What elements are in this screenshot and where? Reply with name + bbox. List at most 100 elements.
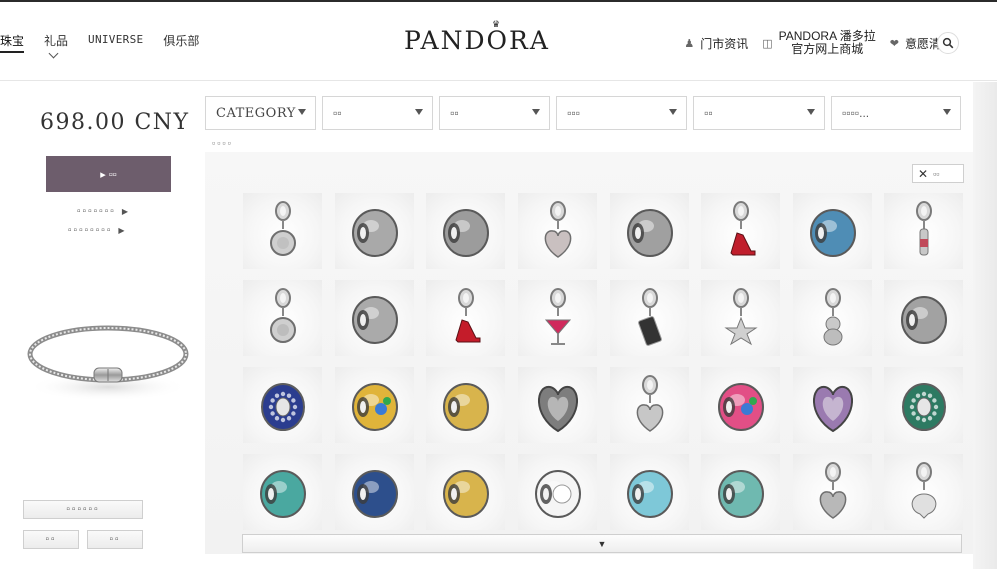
dropdown-arrow-icon <box>943 109 952 115</box>
filter-6-label: ▫▫▫▫... <box>842 106 870 120</box>
charm-tile[interactable] <box>610 193 689 269</box>
charm-tile[interactable] <box>518 193 597 269</box>
shop-label-line1: PANDORA 潘多拉 <box>778 29 876 43</box>
charm-tile[interactable] <box>884 280 963 356</box>
filter-3[interactable]: ▫▫ <box>439 96 551 130</box>
charm-tile[interactable] <box>701 367 780 443</box>
charm-image <box>544 288 572 345</box>
charm-image <box>718 383 764 431</box>
charm-tile[interactable] <box>884 367 963 443</box>
charm-tile[interactable] <box>243 454 322 530</box>
charm-image <box>724 288 758 346</box>
charm-tile[interactable] <box>426 367 505 443</box>
charm-tile[interactable] <box>243 367 322 443</box>
charm-tile[interactable] <box>335 193 414 269</box>
charm-tile[interactable] <box>793 454 872 530</box>
charm-tile[interactable] <box>701 280 780 356</box>
search-icon <box>942 37 954 49</box>
charm-image <box>813 385 853 433</box>
charm-tile[interactable] <box>793 367 872 443</box>
result-count-label: ▫▫▫▫ <box>212 138 233 148</box>
filter-5[interactable]: ▫▫ <box>693 96 826 130</box>
main-nav: 珠宝 礼品 UNIVERSE 俱乐部 <box>0 32 219 59</box>
store-info-link[interactable]: ♟ 门市资讯 <box>684 35 748 52</box>
shop-label-line2: 官方网上商城 <box>791 42 864 56</box>
charm-tile[interactable] <box>518 367 597 443</box>
filter-category-label: CATEGORY <box>216 105 296 121</box>
charm-image <box>261 383 305 431</box>
charm-tile[interactable] <box>793 280 872 356</box>
charm-image <box>810 209 856 257</box>
filter-bar: CATEGORY ▫▫ ▫▫ ▫▫▫ ▫▫ ▫▫▫▫... <box>205 96 967 130</box>
utility-nav: ♟ 门市资讯 ◫ PANDORA 潘多拉 官方网上商城 ❤ 意愿清单 <box>670 30 953 56</box>
charm-tile[interactable] <box>884 454 963 530</box>
left-action-button-a[interactable]: ▫▫ <box>23 530 79 549</box>
charm-tile[interactable] <box>701 193 780 269</box>
charm-tile[interactable] <box>701 454 780 530</box>
charm-image <box>538 385 578 433</box>
charm-tile[interactable] <box>884 193 963 269</box>
charm-image <box>627 209 673 257</box>
save-design-button[interactable]: ▫▫▫▫▫▫ <box>23 500 143 519</box>
charm-image <box>636 375 664 432</box>
store-icon: ♟ <box>684 37 695 50</box>
details-link[interactable]: ▫▫▫▫▫▫▫ ▶ <box>77 206 130 217</box>
load-more-button[interactable]: ▼ <box>242 534 962 553</box>
nav-gifts[interactable]: 礼品 <box>44 32 69 59</box>
charm-tile[interactable] <box>243 280 322 356</box>
arrow-right-icon: ▶ <box>121 207 130 216</box>
charm-tile[interactable] <box>518 454 597 530</box>
filter-4[interactable]: ▫▫▫ <box>556 96 688 130</box>
share-link[interactable]: ▫▫▫▫▫▫▫▫ ▶ <box>68 225 127 236</box>
charm-tile[interactable] <box>610 367 689 443</box>
charm-image <box>902 383 946 431</box>
charm-tile[interactable] <box>335 454 414 530</box>
charm-tile[interactable] <box>793 193 872 269</box>
filter-5-label: ▫▫ <box>704 106 713 120</box>
charm-tile[interactable] <box>518 280 597 356</box>
close-grid-button[interactable]: ✕ ▫▫ <box>912 164 964 183</box>
filter-category[interactable]: CATEGORY <box>205 96 317 130</box>
dropdown-arrow-icon <box>298 109 307 115</box>
filter-6[interactable]: ▫▫▫▫... <box>831 96 962 130</box>
charm-image <box>443 209 489 257</box>
charm-image <box>352 209 398 257</box>
left-action-button-b[interactable]: ▫▫ <box>87 530 143 549</box>
nav-gifts-label: 礼品 <box>44 34 69 48</box>
bracelet-image <box>27 325 189 401</box>
search-button[interactable] <box>937 32 959 54</box>
charm-image <box>270 201 296 256</box>
charm-image <box>443 470 489 518</box>
filter-2[interactable]: ▫▫ <box>322 96 434 130</box>
pandora-logo[interactable]: PANDORA <box>404 26 550 55</box>
charm-tile[interactable] <box>426 454 505 530</box>
charm-tile[interactable] <box>243 193 322 269</box>
charm-tile[interactable] <box>610 454 689 530</box>
charm-image <box>352 470 398 518</box>
charm-image <box>260 470 306 518</box>
arrow-right-icon: ▶ <box>118 226 127 235</box>
crown-icon: ♛ <box>492 19 501 29</box>
charm-image <box>455 288 481 343</box>
nav-universe[interactable]: UNIVERSE <box>88 32 143 46</box>
online-shop-link[interactable]: ◫ PANDORA 潘多拉 官方网上商城 <box>762 30 876 56</box>
online-shop-label: PANDORA 潘多拉 官方网上商城 <box>779 30 876 56</box>
site-header: 珠宝 礼品 UNIVERSE 俱乐部 PANDORA ♛ ♟ 门市资讯 ◫ PA… <box>0 2 997 81</box>
buy-button[interactable]: ▸ ▫▫ <box>46 156 171 192</box>
charm-image <box>730 201 756 256</box>
charm-image <box>544 201 572 258</box>
charm-image <box>911 462 937 519</box>
charm-image <box>270 288 296 343</box>
charm-tile[interactable] <box>426 193 505 269</box>
charm-tile[interactable] <box>426 280 505 356</box>
nav-jewelry[interactable]: 珠宝 <box>0 32 25 53</box>
charm-tile[interactable] <box>335 280 414 356</box>
filter-4-label: ▫▫▫ <box>567 106 581 120</box>
charm-image <box>352 383 398 431</box>
charm-tile[interactable] <box>610 280 689 356</box>
nav-club[interactable]: 俱乐部 <box>163 32 199 49</box>
page-scrollbar[interactable] <box>973 82 997 569</box>
dropdown-arrow-icon <box>807 109 816 115</box>
charm-tile[interactable] <box>335 367 414 443</box>
dropdown-arrow-icon <box>415 109 424 115</box>
